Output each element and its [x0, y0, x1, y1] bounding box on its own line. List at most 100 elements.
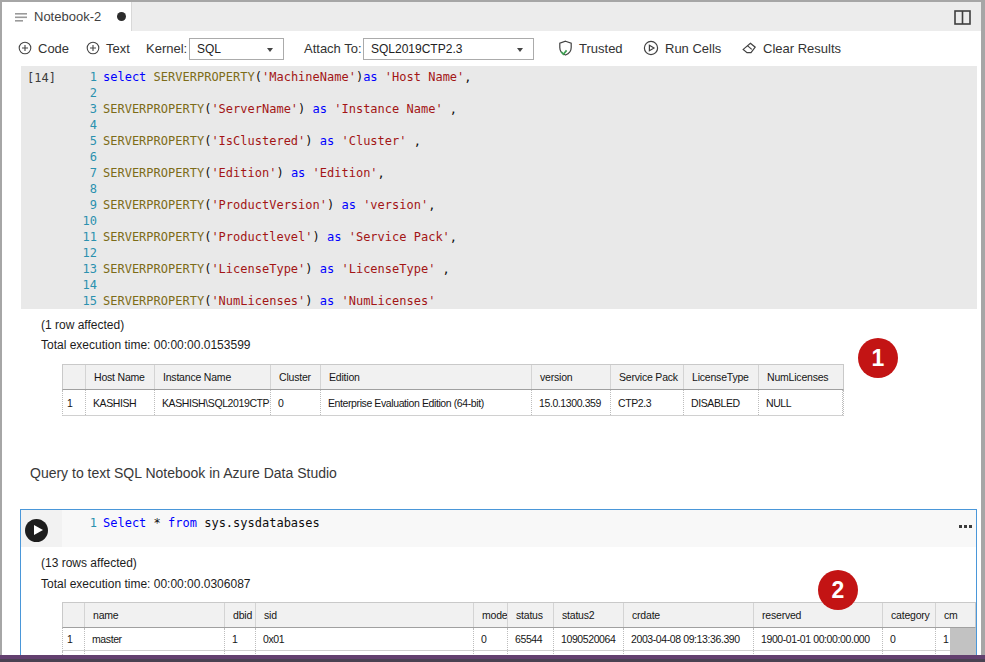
grid-cell[interactable]: 2003-04-08 09:13:36.390: [624, 628, 754, 650]
grid-cell[interactable]: NULL: [759, 390, 843, 415]
line-number: 12: [21, 245, 97, 261]
grid-header-cell[interactable]: cm: [936, 603, 976, 627]
grid-cell[interactable]: KASHISH\SQL2019CTP: [155, 390, 271, 415]
kernel-dropdown[interactable]: SQL: [189, 38, 284, 60]
code-line[interactable]: 1Select * from sys.sysdatabases: [62, 515, 320, 531]
line-number: 9: [21, 197, 97, 213]
run-cells-button[interactable]: Run Cells: [643, 31, 721, 65]
grid-header-cell[interactable]: category: [883, 603, 936, 627]
grid-header-cell[interactable]: Instance Name: [155, 365, 271, 389]
kernel-label: Kernel:: [146, 31, 187, 65]
grid-cell[interactable]: 0x01: [256, 628, 474, 650]
grid-cell[interactable]: 1: [63, 628, 85, 650]
grid-cell[interactable]: 1090520064: [554, 628, 624, 650]
line-number: 11: [21, 229, 97, 245]
clear-results-label: Clear Results: [763, 41, 841, 56]
code-line[interactable]: 11SERVERPROPERTY('Productlevel') as 'Ser…: [21, 229, 977, 245]
attach-dropdown-arrow-icon: [517, 48, 523, 52]
code-line[interactable]: 1select SERVERPROPERTY('MachineName')as …: [21, 69, 977, 85]
rows-affected-message-1: (1 row affected): [41, 317, 124, 333]
grid-header-cell[interactable]: [63, 603, 85, 627]
line-number: 8: [21, 181, 97, 197]
grid-header-cell[interactable]: name: [85, 603, 225, 627]
grid-header-cell[interactable]: LicenseType: [684, 365, 759, 389]
rows-affected-message-2: (13 rows affected): [41, 555, 137, 571]
code-line[interactable]: 4: [21, 117, 977, 133]
kernel-dropdown-arrow-icon: [267, 48, 273, 52]
grid-cell[interactable]: 1: [63, 390, 86, 415]
trusted-label: Trusted: [579, 41, 623, 56]
grid-header-cell[interactable]: mode: [474, 603, 508, 627]
grid-cell[interactable]: 1900-01-01 00:00:00.000: [754, 628, 883, 650]
tab-bar: Notebook-2: [2, 2, 981, 31]
code-editor-1[interactable]: 1select SERVERPROPERTY('MachineName')as …: [21, 69, 977, 309]
grid-cell[interactable]: CTP2.3: [611, 390, 684, 415]
line-number: 2: [21, 85, 97, 101]
grid-header-cell[interactable]: Cluster: [271, 365, 321, 389]
run-cells-icon: [643, 40, 659, 56]
grid-header-cell[interactable]: NumLicenses: [759, 365, 843, 389]
code-line[interactable]: 13SERVERPROPERTY('LicenseType') as 'Lice…: [21, 261, 977, 277]
modified-dot-icon[interactable]: [117, 12, 126, 21]
split-editor-icon[interactable]: [954, 10, 971, 29]
grid-header-cell[interactable]: Service Pack: [611, 365, 684, 389]
code-line[interactable]: 10: [21, 213, 977, 229]
trusted-shield-icon: [558, 40, 573, 56]
grid-row[interactable]: 1master10x0106554410905200642003-04-08 0…: [62, 628, 976, 651]
attach-to-value: SQL2019CTP2.3: [371, 42, 462, 56]
grid-cell[interactable]: 65544: [508, 628, 554, 650]
code-line[interactable]: 2: [21, 85, 977, 101]
run-cell-button[interactable]: [25, 519, 48, 542]
code-line[interactable]: 15SERVERPROPERTY('NumLicenses') as 'NumL…: [21, 293, 977, 309]
execution-time-message-1: Total execution time: 00:00:00.0153599: [41, 337, 250, 353]
grid-cell[interactable]: 0: [271, 390, 321, 415]
annotation-badge-2: 2: [818, 570, 858, 610]
line-number: 14: [21, 277, 97, 293]
grid-header-cell[interactable]: status: [508, 603, 554, 627]
add-code-button[interactable]: Code: [18, 31, 69, 65]
code-line[interactable]: 12: [21, 245, 977, 261]
code-line[interactable]: 5SERVERPROPERTY('IsClustered') as 'Clust…: [21, 133, 977, 149]
grid-header-cell[interactable]: reserved: [754, 603, 883, 627]
code-line[interactable]: 3SERVERPROPERTY('ServerName') as 'Instan…: [21, 101, 977, 117]
tab-title: Notebook-2: [34, 9, 101, 24]
grid-cell[interactable]: Enterprise Evaluation Edition (64-bit): [321, 390, 532, 415]
result-grid-2[interactable]: namedbidsidmodestatusstatus2crdatereserv…: [62, 602, 976, 659]
clear-results-button[interactable]: Clear Results: [741, 31, 841, 65]
code-line[interactable]: 9SERVERPROPERTY('ProductVersion') as 've…: [21, 197, 977, 213]
tab-notebook-2[interactable]: Notebook-2: [2, 2, 132, 31]
add-text-button[interactable]: Text: [86, 31, 130, 65]
code-line[interactable]: 7SERVERPROPERTY('Edition') as 'Edition',: [21, 165, 977, 181]
add-text-icon: [86, 41, 100, 55]
grid-header-cell[interactable]: dbid: [225, 603, 256, 627]
grid-header-cell[interactable]: version: [532, 365, 611, 389]
window-border-right: [981, 0, 985, 659]
code-line[interactable]: 8: [21, 181, 977, 197]
markdown-text[interactable]: Query to text SQL Notebook in Azure Data…: [30, 465, 337, 481]
grid-cell[interactable]: DISABLED: [684, 390, 759, 415]
grid-cell[interactable]: KASHISH: [86, 390, 155, 415]
more-actions-icon[interactable]: [959, 525, 972, 528]
grid-header-cell[interactable]: status2: [554, 603, 624, 627]
grid-row[interactable]: 1KASHISHKASHISH\SQL2019CTP0Enterprise Ev…: [62, 390, 844, 416]
line-number: 10: [21, 213, 97, 229]
result-grid-1[interactable]: Host NameInstance NameClusterEditionvers…: [62, 364, 844, 416]
grid-header-cell[interactable]: crdate: [624, 603, 754, 627]
grid-header-cell[interactable]: sid: [256, 603, 474, 627]
trusted-button[interactable]: Trusted: [558, 31, 623, 65]
clear-results-icon: [741, 41, 757, 56]
grid-cell[interactable]: 0: [474, 628, 508, 650]
code-line[interactable]: 14: [21, 277, 977, 293]
grid-cell[interactable]: 1: [225, 628, 256, 650]
grid-header-cell[interactable]: Host Name: [86, 365, 155, 389]
attach-to-dropdown[interactable]: SQL2019CTP2.3: [363, 38, 534, 60]
grid-cell[interactable]: master: [85, 628, 225, 650]
code-cell-1[interactable]: [14] 1select SERVERPROPERTY('MachineName…: [21, 66, 977, 309]
add-text-label: Text: [106, 41, 130, 56]
code-line[interactable]: 6: [21, 149, 977, 165]
code-editor-2[interactable]: 1Select * from sys.sysdatabases: [62, 510, 977, 547]
grid-header-cell[interactable]: [63, 365, 86, 389]
grid-cell[interactable]: 0: [883, 628, 936, 650]
grid-header-cell[interactable]: Edition: [321, 365, 532, 389]
grid-cell[interactable]: 15.0.1300.359: [532, 390, 611, 415]
